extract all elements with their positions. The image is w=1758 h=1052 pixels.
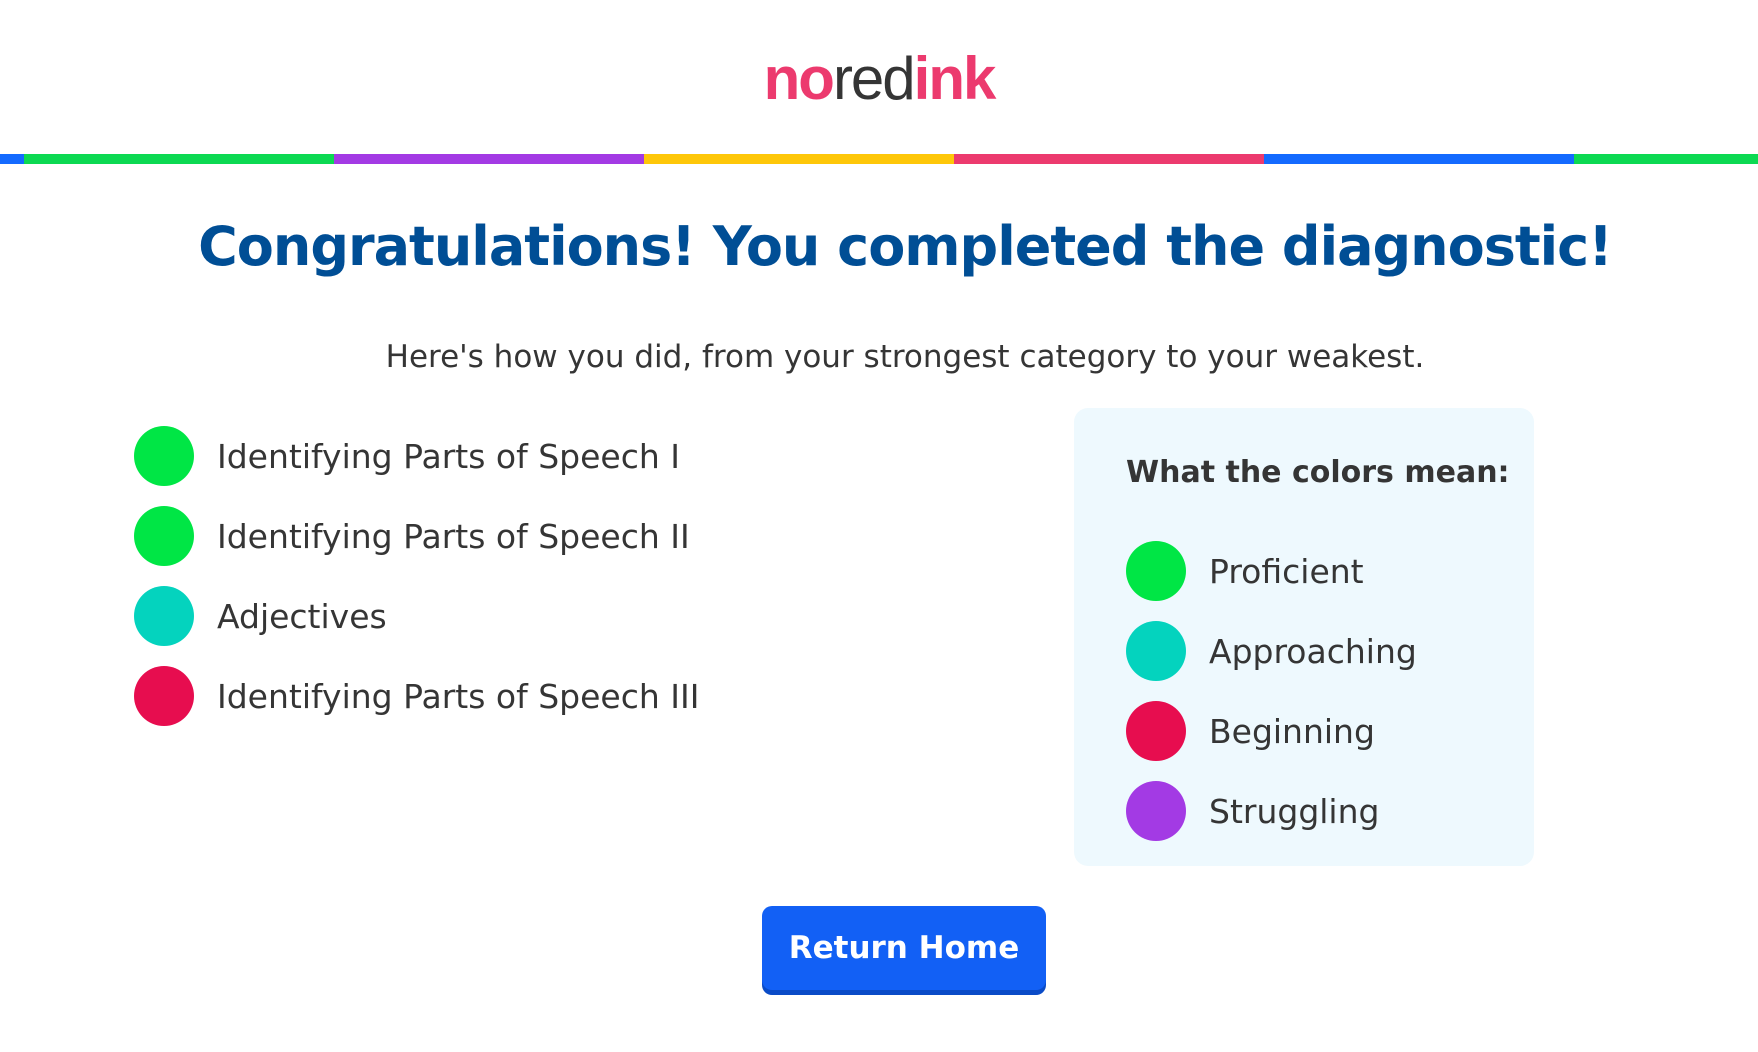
- legend-title: What the colors mean:: [1126, 455, 1510, 490]
- result-label: Adjectives: [217, 596, 387, 636]
- result-item: Identifying Parts of Speech III: [134, 666, 699, 726]
- result-item: Adjectives: [134, 586, 699, 646]
- legend-item: Struggling: [1126, 781, 1417, 841]
- results-list: Identifying Parts of Speech I Identifyin…: [134, 426, 699, 746]
- legend-dot-icon: [1126, 621, 1186, 681]
- color-legend: What the colors mean: Proficient Approac…: [1074, 408, 1534, 866]
- rainbow-segment: [1264, 154, 1574, 164]
- rainbow-stripe: [0, 154, 1758, 164]
- result-item: Identifying Parts of Speech I: [134, 426, 699, 486]
- status-dot-icon: [134, 666, 194, 726]
- legend-list: Proficient Approaching Beginning Struggl…: [1126, 541, 1417, 861]
- rainbow-segment: [24, 154, 334, 164]
- noredink-logo[interactable]: noredink: [0, 44, 1758, 114]
- return-home-button[interactable]: Return Home: [762, 906, 1046, 990]
- page-subtitle: Here's how you did, from your strongest …: [385, 339, 1425, 375]
- legend-label: Struggling: [1209, 791, 1380, 831]
- legend-item: Proficient: [1126, 541, 1417, 601]
- legend-dot-icon: [1126, 701, 1186, 761]
- rainbow-segment: [954, 154, 1264, 164]
- rainbow-segment: [0, 154, 24, 164]
- logo-part-no: no: [763, 45, 835, 112]
- rainbow-segment: [1574, 154, 1758, 164]
- legend-item: Beginning: [1126, 701, 1417, 761]
- legend-label: Beginning: [1209, 711, 1375, 751]
- result-label: Identifying Parts of Speech I: [217, 436, 680, 476]
- result-item: Identifying Parts of Speech II: [134, 506, 699, 566]
- status-dot-icon: [134, 426, 194, 486]
- status-dot-icon: [134, 586, 194, 646]
- legend-dot-icon: [1126, 781, 1186, 841]
- legend-dot-icon: [1126, 541, 1186, 601]
- rainbow-segment: [644, 154, 954, 164]
- rainbow-segment: [334, 154, 644, 164]
- page-title: Congratulations! You completed the diagn…: [198, 215, 1613, 278]
- result-label: Identifying Parts of Speech III: [217, 676, 700, 716]
- legend-label: Proficient: [1209, 551, 1364, 591]
- logo-part-red: red: [832, 45, 916, 112]
- legend-label: Approaching: [1209, 631, 1417, 671]
- logo-part-ink: ink: [913, 45, 997, 112]
- legend-item: Approaching: [1126, 621, 1417, 681]
- result-label: Identifying Parts of Speech II: [217, 516, 690, 556]
- status-dot-icon: [134, 506, 194, 566]
- header: noredink: [0, 0, 1758, 164]
